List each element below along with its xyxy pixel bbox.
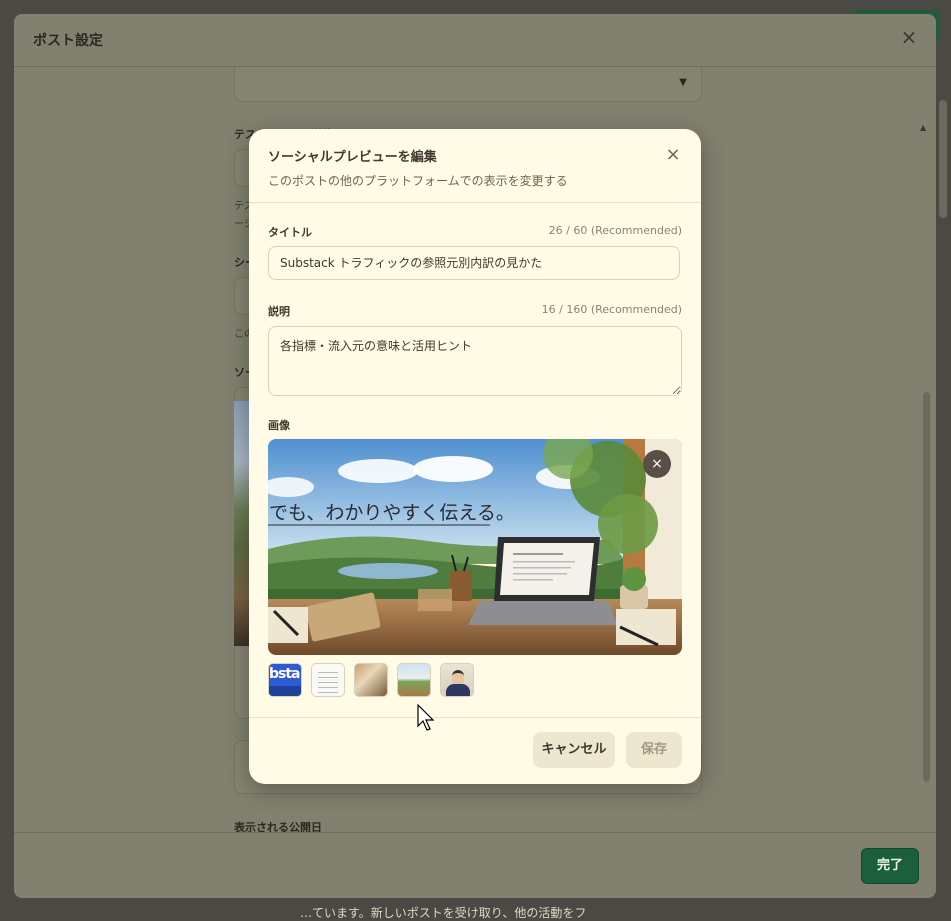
modal-footer-divider bbox=[249, 717, 701, 718]
page-scrollbar[interactable] bbox=[939, 100, 947, 218]
mouse-cursor-icon bbox=[417, 704, 435, 731]
modal-subtitle: このポストの他のプラットフォームでの表示を変更する bbox=[268, 174, 568, 188]
modal-title: ソーシャルプレビューを編集 bbox=[268, 150, 437, 165]
select-field[interactable]: ▼ bbox=[234, 67, 702, 102]
window-landscape-thumb[interactable] bbox=[397, 663, 431, 697]
close-icon[interactable]: × bbox=[662, 144, 684, 166]
social-preview-image: でも、わかりやすく伝える。 × bbox=[268, 439, 682, 655]
title-input[interactable] bbox=[268, 246, 680, 280]
description-char-counter: 16 / 160 (Recommended) bbox=[541, 303, 682, 316]
desk-photo-thumb[interactable] bbox=[354, 663, 388, 697]
table-doc-thumb[interactable] bbox=[311, 663, 345, 697]
cancel-button[interactable]: キャンセル bbox=[533, 732, 615, 768]
save-button[interactable]: 保存 bbox=[626, 732, 682, 768]
desk-landscape-illustration bbox=[268, 439, 682, 655]
substack-title-thumb[interactable]: bsta bbox=[268, 663, 302, 697]
caret-down-icon: ▼ bbox=[679, 77, 687, 88]
close-icon[interactable]: × bbox=[898, 26, 920, 48]
publish-date-label: 表示される公開日 bbox=[234, 821, 322, 832]
done-button[interactable]: 完了 bbox=[861, 848, 919, 884]
image-caption-text: でも、わかりやすく伝える。 bbox=[269, 502, 515, 524]
description-field-label: 説明 bbox=[268, 305, 290, 318]
image-field-label: 画像 bbox=[268, 419, 290, 432]
remove-image-icon[interactable]: × bbox=[643, 450, 671, 478]
title-field-label: タイトル bbox=[268, 226, 312, 239]
thumb-text: bsta bbox=[269, 666, 300, 682]
dialog-header: ポスト設定 × bbox=[14, 14, 936, 67]
title-char-counter: 26 / 60 (Recommended) bbox=[548, 224, 682, 237]
scroll-up-icon[interactable]: ▲ bbox=[920, 123, 926, 132]
dialog-footer: 完了 bbox=[14, 832, 936, 898]
modal-divider bbox=[249, 202, 701, 203]
dialog-scrollbar-thumb[interactable] bbox=[923, 392, 930, 782]
social-preview-modal: ソーシャルプレビューを編集 このポストの他のプラットフォームでの表示を変更する … bbox=[249, 129, 701, 784]
dialog-title: ポスト設定 bbox=[33, 33, 103, 49]
description-textarea[interactable]: 各指標・流入元の意味と活用ヒント bbox=[268, 326, 682, 396]
portrait-illustration-thumb[interactable] bbox=[440, 663, 474, 697]
